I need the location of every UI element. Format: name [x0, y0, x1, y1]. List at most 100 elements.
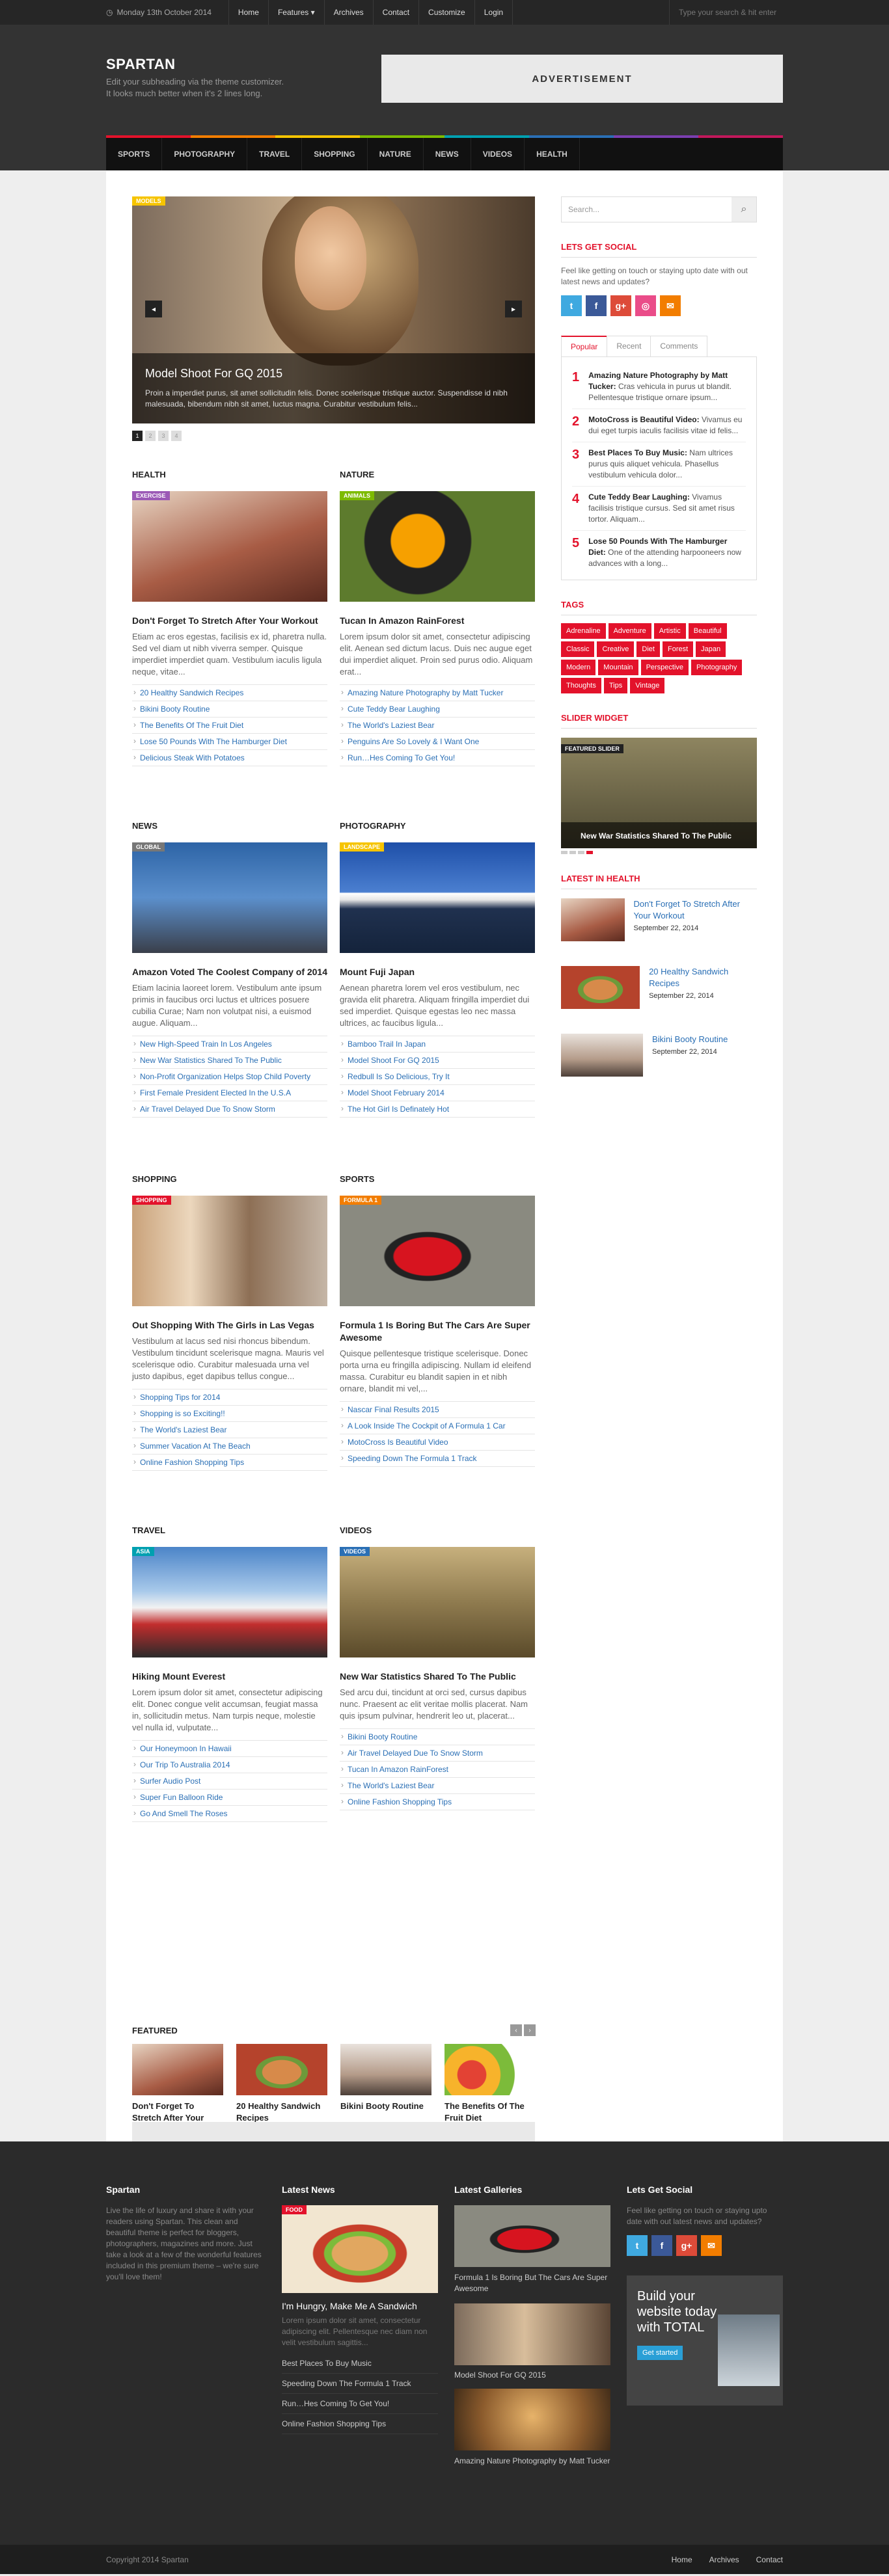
list-item[interactable]: Air Travel Delayed Due To Snow Storm: [340, 1745, 535, 1762]
list-item[interactable]: Nascar Final Results 2015: [340, 1402, 535, 1418]
list-item[interactable]: Bikini Booty Routine: [132, 701, 327, 718]
slider-dot[interactable]: 4: [171, 431, 182, 441]
nav-news[interactable]: NEWS: [424, 138, 471, 170]
section-title[interactable]: Don't Forget To Stretch After Your Worko…: [132, 615, 327, 627]
featured-thumb[interactable]: [340, 2044, 431, 2095]
slider-badge[interactable]: MODELS: [132, 196, 165, 206]
category-badge[interactable]: LANDSCAPE: [340, 842, 385, 852]
nav-videos[interactable]: VIDEOS: [471, 138, 525, 170]
tag-item[interactable]: Beautiful: [688, 623, 727, 639]
list-item[interactable]: Amazing Nature Photography by Matt Tucke…: [340, 685, 535, 701]
tag-item[interactable]: Classic: [561, 641, 595, 657]
footer-news-main[interactable]: I'm Hungry, Make Me A Sandwich: [282, 2301, 438, 2311]
facebook-icon[interactable]: f: [586, 295, 607, 316]
list-item[interactable]: MotoCross Is Beautiful Video: [340, 1434, 535, 1451]
section-thumb[interactable]: VIDEOS: [340, 1547, 535, 1657]
tag-item[interactable]: Perspective: [640, 660, 689, 675]
list-item[interactable]: A Look Inside The Cockpit of A Formula 1…: [340, 1418, 535, 1434]
list-item[interactable]: New War Statistics Shared To The Public: [132, 1053, 327, 1069]
section-thumb[interactable]: ASIA: [132, 1547, 327, 1657]
latest-item[interactable]: Don't Forget To Stretch After Your Worko…: [561, 898, 757, 941]
footer-news-thumb[interactable]: FOOD: [282, 2205, 438, 2293]
top-nav-features[interactable]: Features ▾: [267, 0, 324, 25]
tab-comments[interactable]: Comments: [650, 336, 708, 356]
popular-item[interactable]: 5 Lose 50 Pounds With The Hamburger Diet:…: [572, 531, 746, 574]
gallery-thumb[interactable]: [454, 2205, 610, 2267]
slider-title[interactable]: Model Shoot For GQ 2015: [145, 367, 282, 381]
popular-item[interactable]: 4 Cute Teddy Bear Laughing: Vivamus facil…: [572, 487, 746, 531]
latest-thumb[interactable]: [561, 898, 625, 941]
sidebar-search-input[interactable]: Search...: [562, 197, 732, 222]
top-nav-archives[interactable]: Archives: [323, 0, 373, 25]
top-nav-customize[interactable]: Customize: [418, 0, 474, 25]
list-item[interactable]: The Benefits Of The Fruit Diet: [132, 718, 327, 734]
section-thumb[interactable]: LANDSCAPE: [340, 842, 535, 953]
category-badge[interactable]: GLOBAL: [132, 842, 165, 852]
slider-dot[interactable]: [586, 851, 593, 854]
list-item[interactable]: Run…Hes Coming To Get You!: [340, 750, 535, 766]
list-item[interactable]: Cute Teddy Bear Laughing: [340, 701, 535, 718]
slider-dot[interactable]: 1: [132, 431, 143, 441]
nav-travel[interactable]: TRAVEL: [247, 138, 303, 170]
featured-next-icon[interactable]: ›: [524, 2024, 536, 2036]
list-item[interactable]: Bikini Booty Routine: [340, 1729, 535, 1745]
footer-link-home[interactable]: Home: [672, 2555, 692, 2564]
latest-thumb[interactable]: [561, 966, 640, 1009]
featured-title[interactable]: The Benefits Of The Fruit Diet: [444, 2100, 536, 2124]
nav-nature[interactable]: NATURE: [368, 138, 424, 170]
latest-title[interactable]: Bikini Booty Routine: [652, 1034, 728, 1045]
featured-thumb[interactable]: [444, 2044, 536, 2095]
section-thumb[interactable]: FORMULA 1: [340, 1196, 535, 1306]
slider-dot[interactable]: [569, 851, 576, 854]
top-nav-home[interactable]: Home: [228, 0, 268, 25]
list-item[interactable]: Super Fun Balloon Ride: [132, 1790, 327, 1806]
category-badge[interactable]: ANIMALS: [340, 491, 374, 500]
list-item[interactable]: Summer Vacation At The Beach: [132, 1438, 327, 1455]
list-item[interactable]: Air Travel Delayed Due To Snow Storm: [132, 1101, 327, 1118]
gallery-thumb[interactable]: [454, 2389, 610, 2450]
section-title[interactable]: New War Statistics Shared To The Public: [340, 1670, 535, 1683]
promo-button[interactable]: Get started: [637, 2346, 683, 2360]
top-nav-contact[interactable]: Contact: [372, 0, 418, 25]
slider-next-button[interactable]: ▸: [505, 301, 522, 317]
footer-news-badge[interactable]: FOOD: [282, 2205, 307, 2214]
facebook-icon[interactable]: f: [651, 2235, 672, 2256]
footer-news-link[interactable]: Best Places To Buy Music: [282, 2354, 438, 2374]
list-item[interactable]: New High-Speed Train In Los Angeles: [132, 1036, 327, 1053]
gallery-title[interactable]: Model Shoot For GQ 2015: [454, 2370, 610, 2380]
list-item[interactable]: Shopping Tips for 2014: [132, 1389, 327, 1406]
section-title[interactable]: Amazon Voted The Coolest Company of 2014: [132, 966, 327, 978]
section-thumb[interactable]: SHOPPING: [132, 1196, 327, 1306]
list-item[interactable]: The World's Laziest Bear: [132, 1422, 327, 1438]
footer-news-link[interactable]: Run…Hes Coming To Get You!: [282, 2394, 438, 2414]
nav-health[interactable]: HEALTH: [525, 138, 580, 170]
list-item[interactable]: Model Shoot For GQ 2015: [340, 1053, 535, 1069]
category-badge[interactable]: ASIA: [132, 1547, 154, 1556]
popular-title[interactable]: Cute Teddy Bear Laughing:: [588, 492, 690, 502]
list-item[interactable]: Online Fashion Shopping Tips: [132, 1455, 327, 1471]
list-item[interactable]: Redbull Is So Delicious, Try It: [340, 1069, 535, 1085]
gallery-title[interactable]: Amazing Nature Photography by Matt Tucke…: [454, 2456, 610, 2467]
header-advertisement[interactable]: ADVERTISEMENT: [381, 55, 783, 103]
list-item[interactable]: Lose 50 Pounds With The Hamburger Diet: [132, 734, 327, 750]
dribbble-icon[interactable]: ◎: [635, 295, 656, 316]
sidebar-search[interactable]: Search... ⌕: [561, 196, 757, 222]
tag-item[interactable]: Artistic: [653, 623, 686, 639]
list-item[interactable]: Tucan In Amazon RainForest: [340, 1762, 535, 1778]
category-badge[interactable]: FORMULA 1: [340, 1196, 382, 1205]
rss-icon[interactable]: ✉: [701, 2235, 722, 2256]
list-item[interactable]: First Female President Elected In the U.…: [132, 1085, 327, 1101]
twitter-icon[interactable]: t: [627, 2235, 648, 2256]
tag-item[interactable]: Adrenaline: [561, 623, 606, 639]
nav-sports[interactable]: SPORTS: [106, 138, 163, 170]
category-badge[interactable]: VIDEOS: [340, 1547, 370, 1556]
slider-dot[interactable]: 2: [145, 431, 156, 441]
section-title[interactable]: Hiking Mount Everest: [132, 1670, 327, 1683]
footer-news-link[interactable]: Speeding Down The Formula 1 Track: [282, 2374, 438, 2394]
list-item[interactable]: The Hot Girl Is Definately Hot: [340, 1101, 535, 1118]
list-item[interactable]: Shopping is so Exciting!!: [132, 1406, 327, 1422]
slider-prev-button[interactable]: ◂: [145, 301, 162, 317]
section-thumb[interactable]: ANIMALS: [340, 491, 535, 602]
footer-news-link[interactable]: Online Fashion Shopping Tips: [282, 2414, 438, 2434]
section-thumb[interactable]: GLOBAL: [132, 842, 327, 953]
